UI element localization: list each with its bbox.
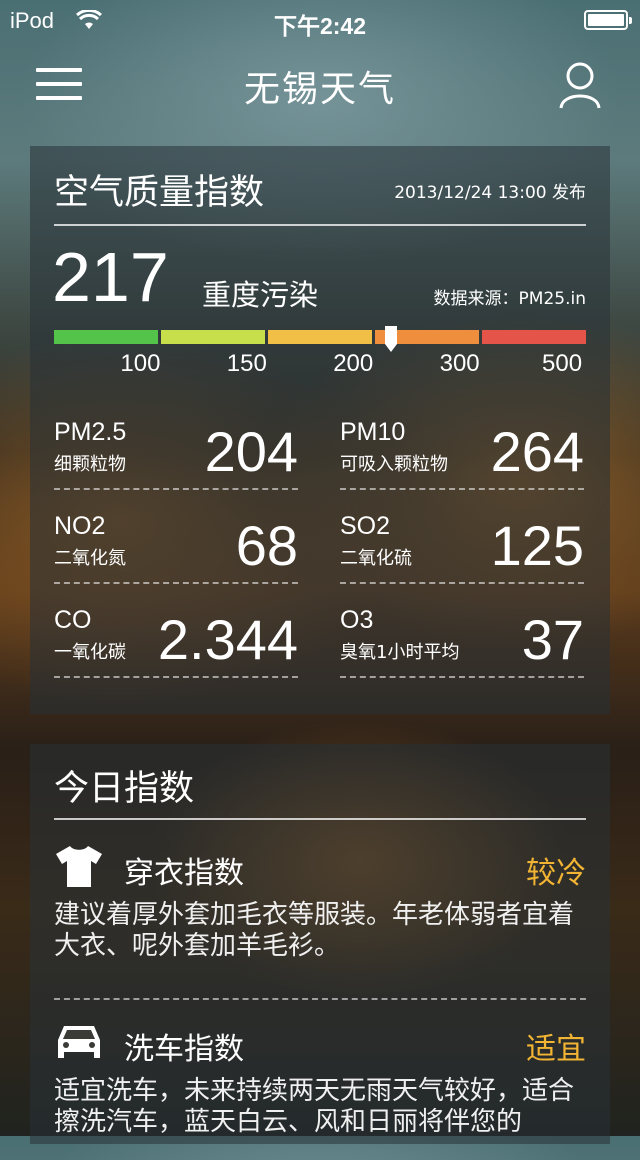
aqi-scale-label: 500 bbox=[542, 350, 583, 377]
status-time: 下午2:42 bbox=[273, 13, 367, 39]
pollutant-cn-name: 二氧化氮 bbox=[54, 548, 126, 569]
pollutant-name: NO2 bbox=[54, 512, 106, 540]
pollutant-cn-name: 二氧化硫 bbox=[340, 548, 412, 569]
pollutant-cn-name: 一氧化碳 bbox=[54, 642, 126, 663]
pollutant-name: PM2.5 bbox=[54, 418, 127, 446]
aqi-scale-label: 150 bbox=[226, 350, 267, 377]
today-header: 今日指数 bbox=[54, 760, 586, 820]
pollutant-name: CO bbox=[54, 606, 92, 634]
pollutant-value: 68 bbox=[235, 514, 298, 577]
pollutant-no2: NO2 二氧化氮 68 bbox=[54, 512, 298, 584]
pollutant-name: PM10 bbox=[340, 418, 406, 446]
divider bbox=[54, 998, 586, 1000]
index-level: 较冷 bbox=[526, 856, 586, 891]
aqi-scale-segment bbox=[161, 330, 265, 344]
index-level: 适宜 bbox=[526, 1032, 586, 1067]
pollutant-name: O3 bbox=[340, 606, 374, 634]
aqi-level: 重度污染 bbox=[202, 278, 319, 312]
pollutant-co: CO 一氧化碳 2.344 bbox=[54, 606, 298, 678]
user-icon[interactable] bbox=[558, 60, 602, 110]
aqi-card: 空气质量指数 2013/12/24 13:00 发布 217 重度污染 数据来源… bbox=[30, 146, 610, 714]
aqi-header: 空气质量指数 2013/12/24 13:00 发布 bbox=[54, 164, 586, 226]
aqi-scale-marker bbox=[385, 326, 398, 352]
index-description: 适宜洗车，未来持续两天无雨天气较好，适合擦洗汽车，蓝天白云、风和日丽将伴您的 bbox=[54, 1076, 575, 1137]
aqi-value: 217 bbox=[52, 238, 169, 316]
aqi-title: 空气质量指数 bbox=[54, 173, 265, 213]
aqi-scale-segment bbox=[268, 330, 372, 344]
aqi-scale-segment bbox=[482, 330, 586, 344]
aqi-scale-labels: 100 150 200 300 500 bbox=[54, 350, 586, 380]
aqi-scale-label: 300 bbox=[439, 350, 480, 377]
battery-icon bbox=[584, 10, 632, 30]
page-title: 无锡天气 bbox=[243, 69, 396, 110]
pollutant-value: 125 bbox=[490, 514, 584, 577]
today-index-card: 今日指数 穿衣指数 较冷 建议着厚外套加毛衣等服装。年老体弱者宜着大衣、呢外套加… bbox=[30, 744, 610, 1144]
aqi-scale-label: 200 bbox=[333, 350, 374, 377]
index-item-clothing[interactable]: 穿衣指数 较冷 建议着厚外套加毛衣等服装。年老体弱者宜着大衣、呢外套加羊毛衫。 bbox=[54, 844, 586, 984]
status-bar: iPod 下午2:42 bbox=[0, 0, 640, 40]
pollutant-pm25: PM2.5 细颗粒物 204 bbox=[54, 418, 298, 490]
index-name: 洗车指数 bbox=[124, 1032, 244, 1067]
today-title: 今日指数 bbox=[54, 769, 195, 809]
index-description: 建议着厚外套加毛衣等服装。年老体弱者宜着大衣、呢外套加羊毛衫。 bbox=[54, 900, 575, 961]
pollutant-pm10: PM10 可吸入颗粒物 264 bbox=[340, 418, 584, 490]
pollutant-value: 264 bbox=[490, 420, 584, 483]
pollutant-value: 204 bbox=[204, 420, 298, 483]
index-name: 穿衣指数 bbox=[124, 856, 244, 891]
aqi-scale-bar bbox=[54, 330, 586, 344]
pollutant-name: SO2 bbox=[340, 512, 391, 540]
aqi-source: 数据来源：PM25.in bbox=[433, 289, 586, 309]
pollutant-cn-name: 细颗粒物 bbox=[54, 454, 126, 475]
pollutant-so2: SO2 二氧化硫 125 bbox=[340, 512, 584, 584]
pollutant-value: 2.344 bbox=[157, 608, 298, 671]
pollutant-value: 37 bbox=[521, 608, 584, 671]
pollutant-cn-name: 可吸入颗粒物 bbox=[340, 454, 448, 475]
pollutant-cn-name: 臭氧1小时平均 bbox=[340, 642, 460, 663]
aqi-published-time: 2013/12/24 13:00 发布 bbox=[394, 183, 586, 203]
car-icon bbox=[58, 1026, 100, 1058]
aqi-scale-segment bbox=[54, 330, 158, 344]
pollutant-o3: O3 臭氧1小时平均 37 bbox=[340, 606, 584, 678]
tshirt-icon bbox=[56, 846, 102, 887]
nav-bar: 无锡天气 bbox=[0, 40, 640, 130]
aqi-scale-label: 100 bbox=[120, 350, 161, 377]
index-item-carwash[interactable]: 洗车指数 适宜 适宜洗车，未来持续两天无雨天气较好，适合擦洗汽车，蓝天白云、风和… bbox=[54, 1020, 586, 1160]
